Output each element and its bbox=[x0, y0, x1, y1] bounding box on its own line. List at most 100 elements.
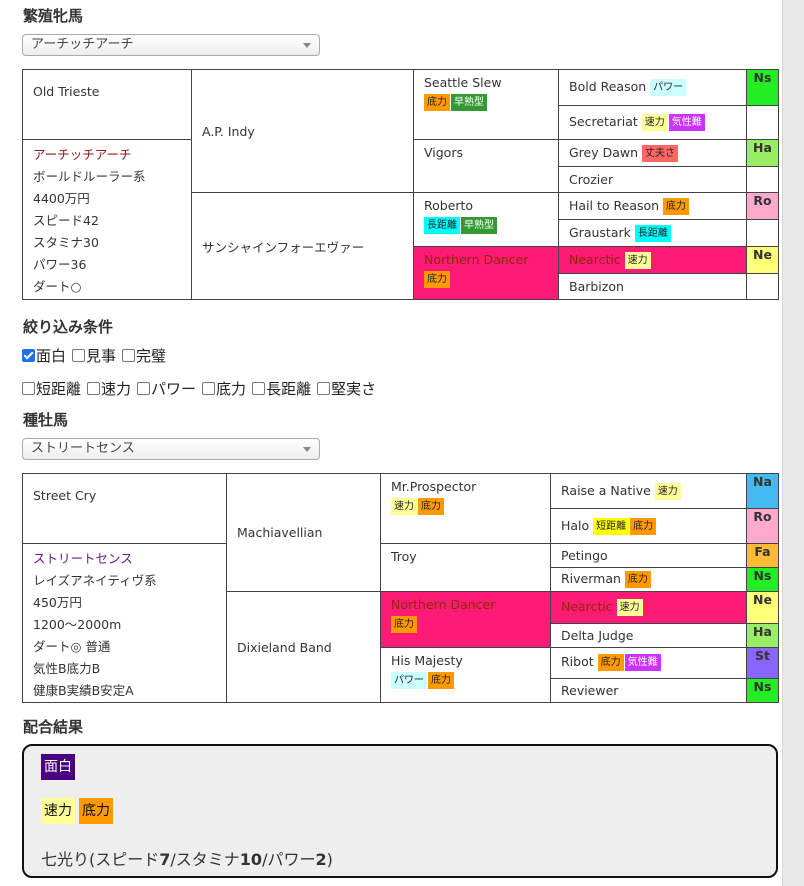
sire-name: Street Cry bbox=[33, 488, 97, 503]
gen3-line: Nearctic 速力 bbox=[561, 598, 736, 616]
filter-checkbox[interactable]: 長距離 bbox=[252, 378, 311, 399]
lineage-code bbox=[746, 219, 779, 247]
horse-stat-distance: 1200〜2000m bbox=[33, 617, 122, 632]
page-scrollbar[interactable] bbox=[782, 0, 804, 886]
checkbox-icon[interactable] bbox=[72, 349, 86, 362]
gen3-cell: Nearctic 速力 bbox=[550, 591, 747, 624]
gen3-cell: Halo 短距離 底力 bbox=[550, 508, 747, 544]
horse-stat-price: 450万円 bbox=[33, 595, 82, 610]
gen2-cell: Northern Dancer 底力 bbox=[413, 246, 559, 300]
lineage-code: Ha bbox=[746, 139, 779, 167]
trait-tag: 底力 bbox=[391, 616, 417, 633]
trait-tag: 早熟型 bbox=[461, 217, 497, 234]
gen3-cell: Delta Judge bbox=[550, 622, 747, 648]
ancestor-name: Hail to Reason bbox=[569, 197, 660, 213]
gen1-cell: Dixieland Band bbox=[226, 591, 381, 703]
sire-cell: Street Cry bbox=[22, 473, 227, 544]
trait-tag: 長距離 bbox=[634, 224, 671, 242]
checkbox-icon[interactable] bbox=[22, 349, 35, 362]
mare-select[interactable]: アーチッチアーチ bbox=[22, 34, 320, 56]
filter-label: 底力 bbox=[216, 380, 247, 398]
gen3-line: Reviewer bbox=[561, 683, 736, 698]
gen1-name: サンシャインフォーエヴァー bbox=[202, 239, 365, 255]
gen3-line: Nearctic 速力 bbox=[569, 251, 736, 269]
trait-tag: 気性難 bbox=[668, 114, 705, 131]
checkbox-icon[interactable] bbox=[87, 382, 101, 395]
ancestor-name: Crozier bbox=[569, 172, 614, 187]
gen3-cell: Riverman 底力 bbox=[550, 567, 747, 592]
mare-heading: 繁殖牝馬 bbox=[23, 7, 84, 25]
filter-label: 完璧 bbox=[136, 347, 167, 365]
trait-tag: 速力 bbox=[624, 251, 651, 269]
ancestor-name: Ribot bbox=[561, 654, 594, 670]
main-horse-info: アーチッチアーチ ボールドルーラー系 4400万円 スピード42 スタミナ30 パワー36… bbox=[33, 144, 181, 298]
trait-tags: 長距離 早熟型 bbox=[424, 217, 548, 234]
gen3-line: Secretariat 速力 気性難 bbox=[569, 114, 736, 131]
gen3-line: Graustark 長距離 bbox=[569, 224, 736, 242]
ancestor-name: Grey Dawn bbox=[569, 144, 639, 160]
gen2-cell: Vigors bbox=[413, 139, 559, 193]
checkbox-icon[interactable] bbox=[22, 382, 35, 395]
ancestor-name: Nearctic bbox=[561, 598, 613, 614]
chevron-down-icon bbox=[303, 447, 311, 452]
filter-checkbox[interactable]: 堅実さ bbox=[317, 378, 376, 399]
trait-tag: 底力 bbox=[428, 671, 454, 689]
lineage-code bbox=[746, 105, 779, 140]
main-horse-info: ストリートセンス レイズアネイティヴ系 450万円 1200〜2000m ダート◎ 普通… bbox=[33, 548, 216, 702]
lineage-code: Ha bbox=[746, 622, 779, 648]
gen3-line: Bold Reason パワー bbox=[569, 79, 736, 96]
gen3-cell: Hail to Reason 底力 bbox=[558, 192, 747, 220]
filter-checkbox[interactable]: 速力 bbox=[87, 378, 131, 399]
filter-factor-row: 短距離 速力 パワー 底力 長距離 堅実さ bbox=[22, 378, 382, 399]
mare-select-value: アーチッチアーチ bbox=[31, 37, 134, 52]
gen3-cell: Secretariat 速力 気性難 bbox=[558, 105, 747, 140]
summary-speed: 7 bbox=[159, 850, 171, 869]
main-horse-name: ストリートセンス bbox=[33, 551, 133, 566]
result-summary: 七光り(スピード7/スタミナ10/パワー2) bbox=[41, 846, 333, 870]
checkbox-icon[interactable] bbox=[122, 349, 136, 362]
ancestor-name: Halo bbox=[561, 517, 590, 533]
lineage-code: Ne bbox=[746, 246, 779, 274]
gen3-cell: Ribot 底力 気性難 bbox=[550, 646, 747, 679]
gen1-name: A.P. Indy bbox=[202, 123, 255, 139]
chevron-down-icon bbox=[303, 43, 311, 48]
trait-tag: 速力 bbox=[654, 482, 681, 500]
summary-prefix: 七光り(スピード bbox=[41, 850, 160, 869]
trait-tag: 速力 bbox=[641, 114, 668, 131]
gen3-line: Hail to Reason 底力 bbox=[569, 197, 736, 215]
checkbox-icon[interactable] bbox=[252, 382, 266, 395]
trait-tag: 底力 bbox=[424, 271, 450, 288]
main-horse-cell: アーチッチアーチ ボールドルーラー系 4400万円 スピード42 スタミナ30 パワー36… bbox=[22, 139, 192, 300]
trait-tag: 早熟型 bbox=[451, 94, 487, 111]
gen3-cell: Raise a Native 速力 bbox=[550, 473, 747, 509]
gen3-line: Raise a Native 速力 bbox=[561, 482, 736, 500]
filter-checkbox[interactable]: 短距離 bbox=[22, 378, 81, 399]
gen3-cell: Graustark 長距離 bbox=[558, 219, 747, 247]
horse-stat-stamina: スタミナ30 bbox=[33, 235, 99, 250]
result-heading: 配合結果 bbox=[23, 718, 84, 736]
lineage-code: Ro bbox=[746, 508, 779, 544]
gen3-line: Delta Judge bbox=[561, 628, 736, 643]
ancestor-name: Northern Dancer bbox=[391, 597, 496, 612]
lineage-code: Ns bbox=[746, 678, 779, 703]
filter-checkbox[interactable]: 見事 bbox=[72, 345, 116, 366]
filter-checkbox[interactable]: 底力 bbox=[202, 378, 246, 399]
trait-tag: 速力 bbox=[391, 498, 417, 515]
filter-checkbox[interactable]: パワー bbox=[137, 378, 196, 399]
filter-label: 短距離 bbox=[36, 380, 82, 398]
filter-checkbox[interactable]: 面白 bbox=[22, 345, 66, 366]
trait-tag: 底力 bbox=[663, 197, 690, 215]
horse-stat-speed: スピード42 bbox=[33, 213, 99, 228]
checkbox-icon[interactable] bbox=[202, 382, 216, 395]
filter-label: パワー bbox=[151, 380, 197, 398]
summary-sep-stamina: /スタミナ bbox=[170, 850, 240, 869]
checkbox-icon[interactable] bbox=[137, 382, 151, 395]
filter-checkbox[interactable]: 完璧 bbox=[122, 345, 166, 366]
checkbox-icon[interactable] bbox=[317, 382, 331, 395]
main-horse-name: アーチッチアーチ bbox=[33, 147, 132, 162]
ancestor-name: Barbizon bbox=[569, 279, 624, 294]
lineage-code: Ns bbox=[746, 567, 779, 592]
lineage-code bbox=[746, 166, 779, 193]
stallion-select[interactable]: ストリートセンス bbox=[22, 438, 320, 460]
trait-tag: 短距離 bbox=[593, 517, 630, 535]
